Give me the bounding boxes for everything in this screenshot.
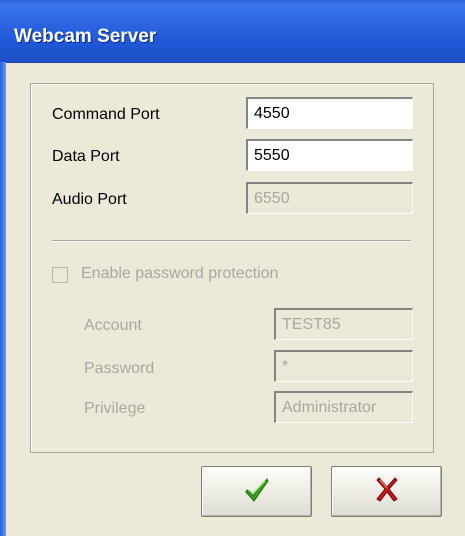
enable-password-checkbox[interactable] [52, 267, 68, 283]
ok-button[interactable] [201, 466, 312, 517]
audio-port-input[interactable] [246, 182, 413, 214]
password-label: Password [84, 360, 155, 377]
privilege-select[interactable] [274, 391, 413, 423]
cancel-button[interactable] [331, 466, 442, 517]
red-x-icon [375, 476, 399, 507]
window-title: Webcam Server [14, 26, 157, 47]
green-checkmark-icon [244, 476, 270, 507]
enable-password-label: Enable password protection [81, 265, 279, 282]
webcam-server-dialog: Webcam Server Command Port Data Port Aud… [0, 0, 465, 536]
audio-port-label: Audio Port [52, 191, 127, 208]
data-port-label: Data Port [52, 148, 120, 165]
command-port-label: Command Port [52, 106, 160, 123]
command-port-input[interactable] [246, 97, 413, 129]
password-input[interactable] [274, 350, 413, 382]
data-port-input[interactable] [246, 139, 413, 171]
account-label: Account [84, 317, 142, 334]
title-bar[interactable]: Webcam Server [0, 0, 465, 63]
account-input[interactable] [274, 308, 413, 340]
section-divider [52, 240, 411, 242]
window-edge [0, 62, 6, 536]
privilege-label: Privilege [84, 400, 146, 417]
